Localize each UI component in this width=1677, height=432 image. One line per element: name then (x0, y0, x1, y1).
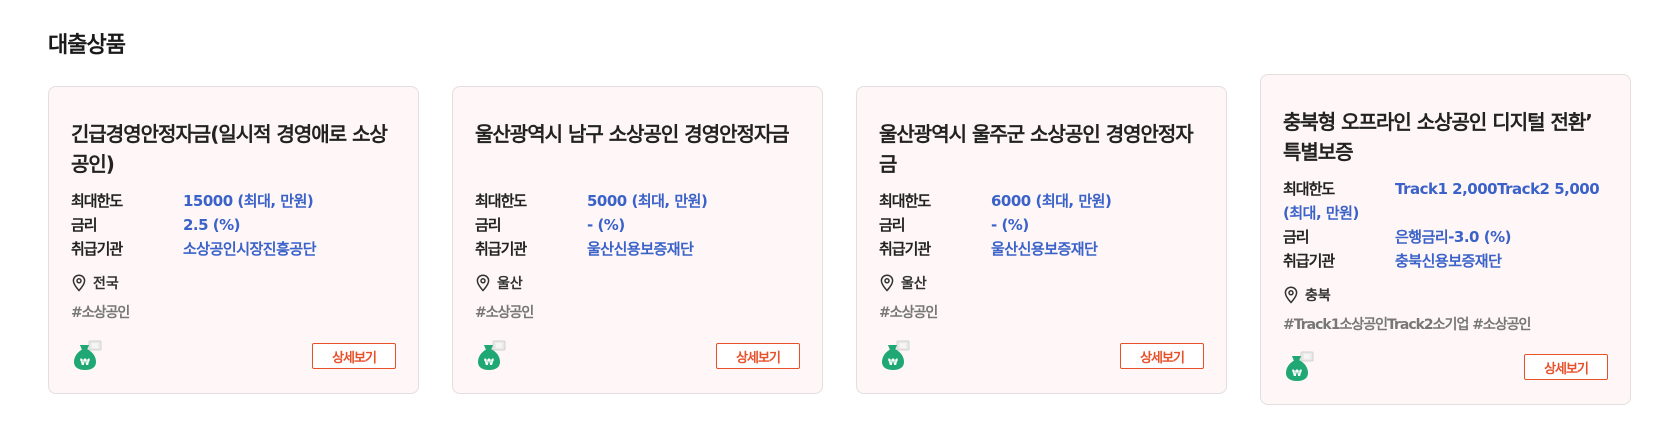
rate-row: 금리 은행금리-3.0 (%) (1283, 225, 1608, 249)
region: 충북 (1283, 283, 1608, 307)
limit-value: 5000 (최대, 만원) (587, 192, 708, 210)
limit-row: 최대한도 15000 (최대, 만원) (71, 189, 396, 213)
limit-value: 15000 (최대, 만원) (183, 192, 314, 210)
limit-row: 최대한도 Track1 2,000Track2 5,000 (최대, 만원) (1283, 177, 1608, 225)
loan-products-section: 대출상품 긴급경영안정자금(일시적 경영애로 소상공인) 최대한도 15000 … (0, 0, 1677, 432)
region: 울산 (475, 271, 800, 295)
rate-row: 금리 - (%) (879, 213, 1204, 237)
card-footer: ₩ 상세보기 (879, 339, 1204, 371)
region-label: 충북 (1305, 288, 1331, 304)
card-footer: ₩ 상세보기 (475, 339, 800, 371)
hashtags: #소상공인 (71, 305, 130, 321)
rate-label: 금리 (879, 216, 906, 234)
rate-value: - (%) (587, 216, 625, 234)
agency-row: 취급기관 충북신용보증재단 (1283, 249, 1608, 273)
svg-text:₩: ₩ (1292, 369, 1302, 379)
money-bag-icon: ₩ (74, 340, 102, 370)
detail-button[interactable]: 상세보기 (312, 343, 396, 369)
agency-label: 취급기관 (475, 240, 527, 258)
rate-value: - (%) (991, 216, 1029, 234)
rate-row: 금리 - (%) (475, 213, 800, 237)
money-bag-icon: ₩ (882, 340, 910, 370)
agency-label: 취급기관 (1283, 252, 1335, 270)
location-pin-icon (880, 274, 894, 292)
svg-text:₩: ₩ (484, 358, 494, 368)
location-pin-icon (1284, 286, 1298, 304)
card-title[interactable]: 울산광역시 남구 소상공인 경영안정자금 (475, 119, 800, 179)
detail-button[interactable]: 상세보기 (1524, 354, 1608, 380)
region: 울산 (879, 271, 1204, 295)
location-pin-icon (72, 274, 86, 292)
rate-value: 2.5 (%) (183, 216, 241, 234)
limit-row: 최대한도 6000 (최대, 만원) (879, 189, 1204, 213)
agency-label: 취급기관 (879, 240, 931, 258)
rate-label: 금리 (71, 216, 98, 234)
detail-button[interactable]: 상세보기 (1120, 343, 1204, 369)
rate-label: 금리 (475, 216, 502, 234)
svg-text:₩: ₩ (80, 358, 90, 368)
detail-button[interactable]: 상세보기 (716, 343, 800, 369)
region-label: 울산 (497, 276, 523, 292)
card-info: 최대한도 5000 (최대, 만원) 금리 - (%) 취급기관 울산신용보증재… (475, 189, 800, 261)
hashtags: #소상공인 (475, 305, 534, 321)
hashtags: #소상공인 (879, 305, 938, 321)
agency-value: 울산신용보증재단 (587, 240, 694, 258)
card-title[interactable]: 긴급경영안정자금(일시적 경영애로 소상공인) (71, 119, 396, 179)
location-pin-icon (476, 274, 490, 292)
loan-card[interactable]: 울산광역시 남구 소상공인 경영안정자금 최대한도 5000 (최대, 만원) … (452, 86, 823, 394)
card-title[interactable]: 충북형 오프라인 소상공인 디지털 전환’ 특별보증 (1283, 107, 1608, 167)
agency-value: 소상공인시장진흥공단 (183, 240, 317, 258)
card-title[interactable]: 울산광역시 울주군 소상공인 경영안정자금 (879, 119, 1204, 179)
agency-row: 취급기관 울산신용보증재단 (879, 237, 1204, 261)
svg-text:₩: ₩ (888, 358, 898, 368)
loan-card[interactable]: 긴급경영안정자금(일시적 경영애로 소상공인) 최대한도 15000 (최대, … (48, 86, 419, 394)
region-label: 울산 (901, 276, 927, 292)
region: 전국 (71, 271, 396, 295)
rate-label: 금리 (1283, 228, 1310, 246)
card-info: 최대한도 15000 (최대, 만원) 금리 2.5 (%) 취급기관 소상공인… (71, 189, 396, 261)
agency-value: 울산신용보증재단 (991, 240, 1098, 258)
agency-label: 취급기관 (71, 240, 123, 258)
limit-label: 최대한도 (1283, 180, 1335, 198)
rate-value: 은행금리-3.0 (%) (1395, 228, 1511, 246)
agency-value: 충북신용보증재단 (1395, 252, 1502, 270)
money-bag-icon: ₩ (478, 340, 506, 370)
limit-row: 최대한도 5000 (최대, 만원) (475, 189, 800, 213)
limit-label: 최대한도 (475, 192, 527, 210)
agency-row: 취급기관 울산신용보증재단 (475, 237, 800, 261)
loan-card[interactable]: 충북형 오프라인 소상공인 디지털 전환’ 특별보증 최대한도 Track1 2,… (1260, 74, 1631, 405)
money-bag-icon: ₩ (1286, 351, 1314, 381)
card-info: 최대한도 6000 (최대, 만원) 금리 - (%) 취급기관 울산신용보증재… (879, 189, 1204, 261)
limit-label: 최대한도 (879, 192, 931, 210)
card-footer: ₩ 상세보기 (71, 339, 396, 371)
limit-label: 최대한도 (71, 192, 123, 210)
agency-row: 취급기관 소상공인시장진흥공단 (71, 237, 396, 261)
region-label: 전국 (93, 276, 119, 292)
hashtags: #Track1소상공인Track2소기업 #소상공인 (1283, 317, 1531, 333)
card-footer: ₩ 상세보기 (1283, 350, 1608, 382)
limit-value: 6000 (최대, 만원) (991, 192, 1112, 210)
rate-row: 금리 2.5 (%) (71, 213, 396, 237)
loan-card[interactable]: 울산광역시 울주군 소상공인 경영안정자금 최대한도 6000 (최대, 만원)… (856, 86, 1227, 394)
card-info: 최대한도 Track1 2,000Track2 5,000 (최대, 만원) 금리… (1283, 177, 1608, 273)
section-title: 대출상품 (48, 33, 126, 58)
